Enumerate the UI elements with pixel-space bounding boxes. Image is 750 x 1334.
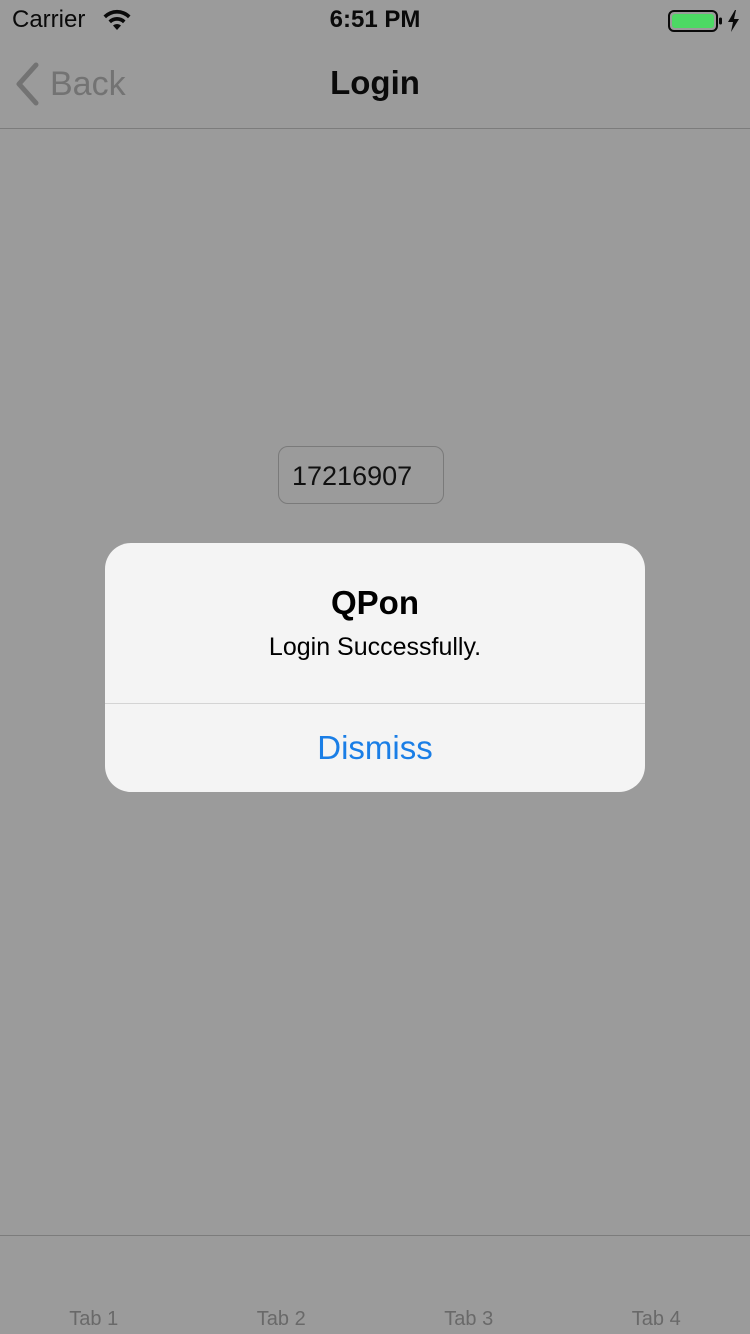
- tab-label: Tab 1: [69, 1308, 119, 1330]
- tab-label: Tab 4: [631, 1308, 681, 1330]
- tab-bar: Tab 1 Tab 2 Tab 3 Tab 4: [0, 1235, 750, 1334]
- page-title: Login: [330, 64, 420, 101]
- tab-4[interactable]: Tab 4: [563, 1236, 750, 1334]
- alert-message: Login Successfully.: [268, 633, 482, 661]
- tab-3[interactable]: Tab 3: [375, 1236, 563, 1334]
- tab-label: Tab 3: [444, 1308, 494, 1330]
- app-screen: Carrier 6:51 PM Back Login 17216907 QPon…: [0, 0, 750, 1334]
- status-time: 6:51 PM: [329, 6, 421, 33]
- tab-2[interactable]: Tab 2: [188, 1236, 376, 1334]
- alert-title: QPon: [331, 584, 419, 621]
- navigation-bar: Back Login: [0, 40, 750, 129]
- alert-dialog: QPon Login Successfully. Dismiss: [105, 543, 645, 792]
- dismiss-button[interactable]: Dismiss: [105, 704, 645, 792]
- status-bar: Carrier 6:51 PM: [0, 0, 750, 40]
- code-field[interactable]: 17216907: [278, 446, 444, 504]
- tab-label: Tab 2: [256, 1308, 306, 1330]
- tab-1[interactable]: Tab 1: [0, 1236, 188, 1334]
- battery-charging-icon: [668, 10, 739, 32]
